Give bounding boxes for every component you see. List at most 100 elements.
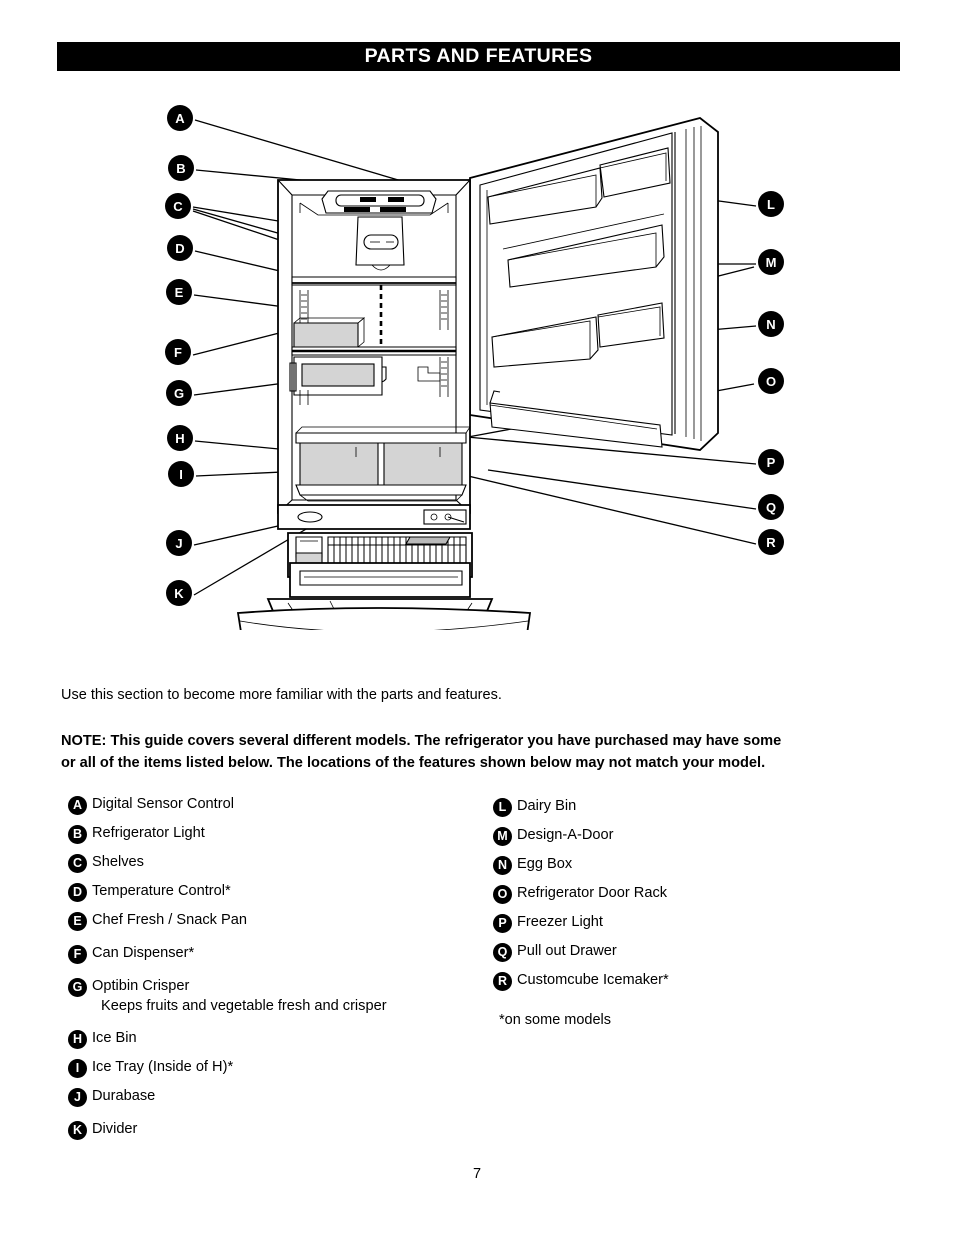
svg-text:E: E xyxy=(175,285,184,300)
list-item: E Chef Fresh / Snack Pan xyxy=(68,911,468,931)
list-item: O Refrigerator Door Rack xyxy=(493,884,893,904)
callout-badges-left: A B C D E F G H I J K xyxy=(165,105,194,606)
svg-text:J: J xyxy=(175,536,182,551)
list-item: G Optibin Crisper Keeps fruits and veget… xyxy=(68,977,468,1016)
page-number: 7 xyxy=(472,1166,482,1182)
part-label-g: Optibin Crisper Keeps fruits and vegetab… xyxy=(92,977,387,1016)
callout-E: E xyxy=(166,279,192,305)
parts-list-right: L Dairy Bin M Design-A-Door N Egg Box O … xyxy=(493,797,893,1000)
part-label-b: Refrigerator Light xyxy=(92,825,205,841)
callout-B: B xyxy=(168,155,194,181)
refrigerator-door xyxy=(469,117,719,451)
part-badge-f: F xyxy=(68,945,87,964)
temperature-control-housing xyxy=(355,216,405,271)
svg-text:L: L xyxy=(767,197,775,212)
list-item: P Freezer Light xyxy=(493,913,893,933)
callout-R: R xyxy=(758,529,784,555)
refrigerator-diagram: A B C D E F G H I J K L M N O P Q R xyxy=(0,85,954,630)
part-badge-g: G xyxy=(68,978,87,997)
part-badge-q: Q xyxy=(493,943,512,962)
svg-text:K: K xyxy=(174,586,184,601)
note-line-1: NOTE: This guide covers several differen… xyxy=(61,733,782,749)
svg-text:O: O xyxy=(766,374,776,389)
svg-text:F: F xyxy=(174,345,182,360)
callout-P: P xyxy=(758,449,784,475)
callout-C: C xyxy=(165,193,191,219)
intro-text: Use this section to become more familiar… xyxy=(61,687,502,703)
shelf-middle xyxy=(291,346,457,356)
list-item: J Durabase xyxy=(68,1087,468,1107)
part-label-q: Pull out Drawer xyxy=(517,943,617,959)
list-item: F Can Dispenser* xyxy=(68,944,468,964)
svg-text:P: P xyxy=(767,455,776,470)
callout-N: N xyxy=(758,311,784,337)
part-label-m: Design-A-Door xyxy=(517,827,614,843)
list-item: B Refrigerator Light xyxy=(68,824,468,844)
list-item: A Digital Sensor Control xyxy=(68,795,468,815)
part-label-d: Temperature Control* xyxy=(92,883,231,899)
part-label-g-sub: Keeps fruits and vegetable fresh and cri… xyxy=(101,997,387,1014)
part-badge-b: B xyxy=(68,825,87,844)
callout-G: G xyxy=(166,380,192,406)
callout-A: A xyxy=(167,105,193,131)
durabase-band xyxy=(277,504,471,530)
part-badge-d: D xyxy=(68,883,87,902)
callout-F: F xyxy=(165,339,191,365)
part-badge-m: M xyxy=(493,827,512,846)
callout-L: L xyxy=(758,191,784,217)
note-block: NOTE: This guide covers several differen… xyxy=(61,731,861,774)
callout-O: O xyxy=(758,368,784,394)
part-label-r: Customcube Icemaker* xyxy=(517,972,669,988)
manual-page: PARTS AND FEATURES A B C D E F G H I J K… xyxy=(0,0,954,1235)
part-badge-n: N xyxy=(493,856,512,875)
digital-sensor-control xyxy=(321,190,437,214)
svg-text:N: N xyxy=(766,317,775,332)
chef-fresh-snack-pan xyxy=(289,356,383,396)
list-item: R Customcube Icemaker* xyxy=(493,971,893,991)
part-label-c: Shelves xyxy=(92,854,144,870)
parts-list-left: A Digital Sensor Control B Refrigerator … xyxy=(68,795,468,1149)
callout-H: H xyxy=(167,425,193,451)
svg-text:C: C xyxy=(173,199,183,214)
note-line-2: or all of the items listed below. The lo… xyxy=(61,754,766,771)
svg-text:A: A xyxy=(175,111,185,126)
section-header-bar: PARTS AND FEATURES xyxy=(57,42,900,71)
part-badge-j: J xyxy=(68,1088,87,1107)
part-badge-o: O xyxy=(493,885,512,904)
list-item: I Ice Tray (Inside of H)* xyxy=(68,1058,468,1078)
svg-text:B: B xyxy=(176,161,185,176)
svg-text:R: R xyxy=(766,535,776,550)
footnote: *on some models xyxy=(499,1012,612,1028)
part-badge-c: C xyxy=(68,854,87,873)
part-label-k: Divider xyxy=(92,1121,138,1137)
list-item: D Temperature Control* xyxy=(68,882,468,902)
callout-Q: Q xyxy=(758,494,784,520)
list-item: M Design-A-Door xyxy=(493,826,893,846)
part-label-p: Freezer Light xyxy=(517,914,603,930)
part-badge-a: A xyxy=(68,796,87,815)
list-item: Q Pull out Drawer xyxy=(493,942,893,962)
part-badge-e: E xyxy=(68,912,87,931)
part-badge-k: K xyxy=(68,1121,87,1140)
callout-badges-right: L M N O P Q R xyxy=(758,191,784,555)
list-item: C Shelves xyxy=(68,853,468,873)
svg-text:G: G xyxy=(174,386,184,401)
part-label-j: Durabase xyxy=(92,1088,156,1104)
callout-D: D xyxy=(167,235,193,261)
part-badge-p: P xyxy=(493,914,512,933)
ice-tray-grid xyxy=(327,536,467,564)
list-item: H Ice Bin xyxy=(68,1029,468,1049)
list-item: L Dairy Bin xyxy=(493,797,893,817)
page-title: PARTS AND FEATURES xyxy=(364,45,593,67)
callout-I: I xyxy=(168,461,194,487)
callout-K: K xyxy=(166,580,192,606)
part-label-i: Ice Tray (Inside of H)* xyxy=(92,1059,234,1075)
pull-out-drawer xyxy=(289,562,471,598)
part-badge-i: I xyxy=(68,1059,87,1078)
part-label-g-main: Optibin Crisper xyxy=(92,978,190,994)
part-label-h: Ice Bin xyxy=(92,1030,137,1046)
part-badge-l: L xyxy=(493,798,512,817)
part-label-n: Egg Box xyxy=(517,856,573,872)
list-item: N Egg Box xyxy=(493,855,893,875)
shelf-upper xyxy=(291,276,457,286)
